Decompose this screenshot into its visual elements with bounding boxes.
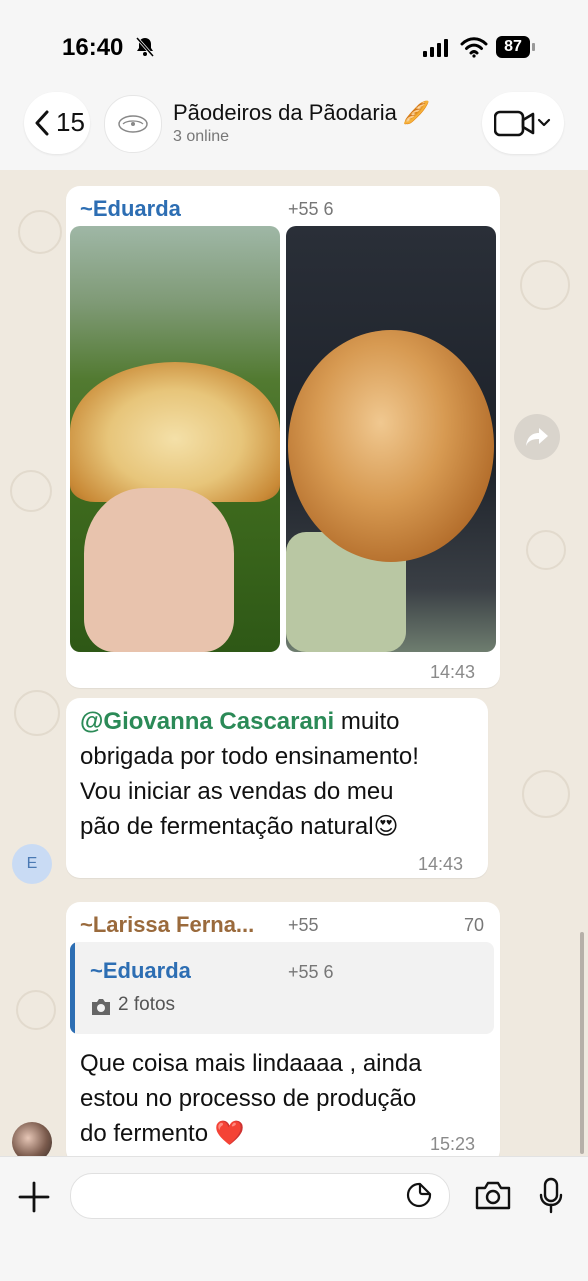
message-time: 14:43 [430,662,476,682]
hand-shape [84,488,234,652]
battery-indicator: 87 [496,36,536,58]
message-line-3: do fermento ❤️ [80,1120,245,1147]
battery-level: 87 [496,36,530,58]
scroll-indicator[interactable] [580,932,584,1154]
video-call-button[interactable] [482,92,564,154]
wallpaper-doodle [10,470,52,512]
camera-icon[interactable] [474,1179,512,1211]
wallpaper-doodle [16,990,56,1030]
message-time: 15:23 [430,1134,476,1154]
chevron-left-icon [35,110,49,136]
wallpaper-doodle [522,770,570,818]
chat-header: 15 Pãodeiros da Pãodaria 🥖 3 online [0,92,588,171]
quoted-message[interactable]: ~Eduarda +55 6 2 fotos [70,942,494,1034]
message-time: 14:43 [418,854,464,874]
sticker-icon[interactable] [406,1182,432,1208]
bread-crumb-shape [70,362,280,502]
muted-bell-icon [135,37,155,57]
forward-arrow-icon [526,428,548,446]
sender-name[interactable]: ~Eduarda [80,196,181,222]
message-bubble-photos[interactable]: ~Eduarda +55 6 14:43 [66,186,500,688]
video-camera-icon [494,110,551,137]
mention-link[interactable]: @Giovanna Cascarani [80,708,334,735]
message-line-3: Vou iniciar as vendas do meu [80,778,394,805]
message-line-1: Que coisa mais lindaaaa , ainda [80,1050,422,1077]
photo-bread-loaf[interactable] [286,226,496,652]
cellular-signal-icon [423,39,448,57]
message-input[interactable] [70,1173,450,1219]
group-name[interactable]: Pãodeiros da Pãodaria 🥖 [173,100,430,126]
message-text: Que coisa mais lindaaaa , ainda estou no… [80,1046,490,1151]
chat-area[interactable]: ~Eduarda +55 6 14:43 @Giovanna Cascarani… [0,170,588,1156]
sender-avatar-photo[interactable] [12,1122,52,1156]
message-bubble-text[interactable]: @Giovanna Cascarani muito obrigada por t… [66,698,488,878]
back-button[interactable]: 15 [24,92,90,154]
sender-phone-tail: 70 [464,915,485,935]
quoted-phone: +55 6 [288,962,334,982]
plus-icon[interactable] [14,1177,54,1217]
wallpaper-doodle [520,260,570,310]
composer-bar [0,1156,588,1281]
wallpaper-doodle [18,210,62,254]
group-logo-icon [118,115,148,133]
sender-avatar[interactable]: E [12,844,52,884]
status-bar: 16:40 87 [0,0,588,92]
sender-name[interactable]: ~Larissa Ferna... [80,912,254,938]
wifi-icon [460,37,488,58]
quoted-sender: ~Eduarda [90,958,191,983]
camera-icon [92,999,110,1015]
unread-count: 15 [56,107,85,137]
microphone-icon[interactable] [538,1177,564,1215]
forward-button[interactable] [514,414,560,460]
message-text: @Giovanna Cascarani muito obrigada por t… [80,704,480,844]
bread-loaf-shape [288,330,494,562]
photo-bread-cut[interactable] [70,226,280,652]
sender-phone: +55 6 [288,199,334,219]
quote-bar [70,942,75,1034]
wallpaper-doodle [526,530,566,570]
message-bubble-reply[interactable]: ~Larissa Ferna... +55 70 ~Eduarda +55 6 … [66,902,500,1156]
message-line-2: obrigada por todo ensinamento! [80,743,419,770]
sender-phone: +55 [288,915,319,935]
status-time: 16:40 [62,34,124,61]
quoted-text: 2 fotos [118,994,176,1015]
message-line-2: estou no processo de produção [80,1085,417,1112]
message-line-1-text: muito [334,708,400,735]
group-avatar[interactable] [104,95,162,153]
online-status: 3 online [173,128,230,145]
message-line-1: @Giovanna Cascarani muito [80,704,480,739]
wallpaper-doodle [14,690,60,736]
message-line-4: pão de fermentação natural😍 [80,813,399,840]
